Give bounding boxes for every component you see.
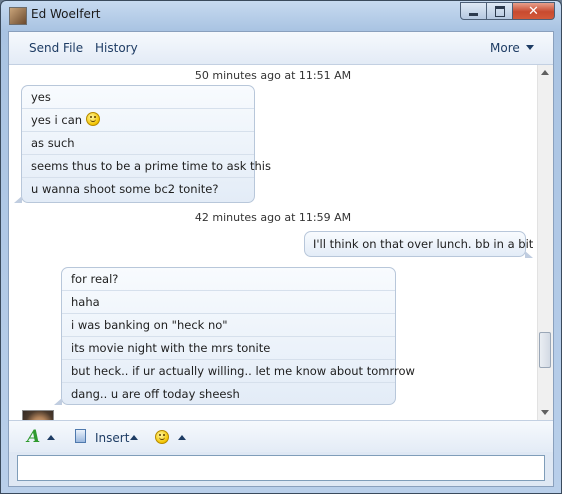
timestamp: 42 minutes ago at 11:59 AM bbox=[194, 211, 352, 224]
toolbar: Send File History More bbox=[9, 32, 553, 65]
message-line: yes i can bbox=[22, 109, 254, 132]
scroll-thumb[interactable] bbox=[539, 332, 551, 368]
maximize-button[interactable] bbox=[487, 2, 513, 20]
message-group-contact-2: for real? haha i was banking on "heck no… bbox=[61, 267, 415, 405]
message-line: I'll think on that over lunch. bb in a b… bbox=[313, 237, 534, 251]
maximize-icon bbox=[494, 5, 505, 17]
bubble-tail bbox=[54, 398, 62, 405]
message-line: i was banking on "heck no" bbox=[62, 314, 395, 337]
more-menu-button[interactable]: More bbox=[490, 41, 534, 55]
message-group-self: I'll think on that over lunch. bb in a b… bbox=[304, 231, 534, 257]
minimize-icon bbox=[469, 12, 478, 16]
contact-avatar-icon bbox=[9, 7, 27, 25]
conversation-scrollbar[interactable] bbox=[537, 65, 553, 420]
window-title: Ed Woelfert bbox=[31, 7, 101, 21]
document-icon[interactable] bbox=[75, 429, 86, 443]
message-line: its movie night with the mrs tonite bbox=[62, 337, 395, 360]
title-bar[interactable]: Ed Woelfert ✕ bbox=[1, 1, 561, 31]
compose-area bbox=[9, 452, 553, 486]
message-line: u wanna shoot some bc2 tonite? bbox=[31, 182, 219, 196]
smiley-icon[interactable] bbox=[155, 430, 169, 444]
chat-window: Ed Woelfert ✕ Send File History More 50 … bbox=[0, 0, 562, 494]
conversation-pane[interactable]: 50 minutes ago at 11:51 AM yes yes i can… bbox=[9, 65, 537, 420]
contact-photo bbox=[22, 410, 54, 420]
insert-button[interactable]: Insert bbox=[95, 431, 129, 445]
font-menu-caret-icon[interactable] bbox=[47, 435, 55, 440]
message-group-contact-1: yes yes i can as such seems thus to be a… bbox=[21, 85, 271, 203]
history-button[interactable]: History bbox=[95, 41, 138, 55]
message-line: dang.. u are off today sheesh bbox=[71, 387, 240, 401]
send-file-button[interactable]: Send File bbox=[29, 41, 83, 55]
bubble-tail bbox=[14, 196, 22, 203]
message-line: but heck.. if ur actually willing.. let … bbox=[62, 360, 415, 383]
insert-menu-caret-icon[interactable] bbox=[130, 435, 138, 440]
window-controls: ✕ bbox=[460, 2, 555, 21]
message-text: yes i can bbox=[31, 113, 83, 127]
smiley-icon bbox=[86, 112, 101, 126]
bubble-tail bbox=[525, 251, 533, 258]
message-line: yes bbox=[22, 86, 254, 109]
scroll-up-icon[interactable] bbox=[541, 70, 549, 75]
chat-content: Send File History More 50 minutes ago at… bbox=[8, 31, 554, 487]
message-line: as such bbox=[22, 132, 254, 155]
close-icon: ✕ bbox=[528, 3, 539, 19]
message-line: haha bbox=[62, 291, 395, 314]
scroll-down-icon[interactable] bbox=[541, 410, 549, 415]
message-input[interactable] bbox=[17, 455, 545, 481]
emoticon-menu-caret-icon[interactable] bbox=[178, 435, 186, 440]
chevron-down-icon bbox=[525, 45, 534, 50]
minimize-button[interactable] bbox=[460, 2, 487, 20]
font-color-icon[interactable]: A bbox=[27, 427, 40, 447]
timestamp: 50 minutes ago at 11:51 AM bbox=[194, 69, 352, 82]
more-label: More bbox=[490, 41, 520, 55]
close-button[interactable]: ✕ bbox=[513, 2, 555, 20]
message-line: for real? bbox=[62, 268, 395, 291]
compose-toolbar: A Insert bbox=[9, 420, 553, 453]
message-line: seems thus to be a prime time to ask thi… bbox=[22, 155, 271, 178]
